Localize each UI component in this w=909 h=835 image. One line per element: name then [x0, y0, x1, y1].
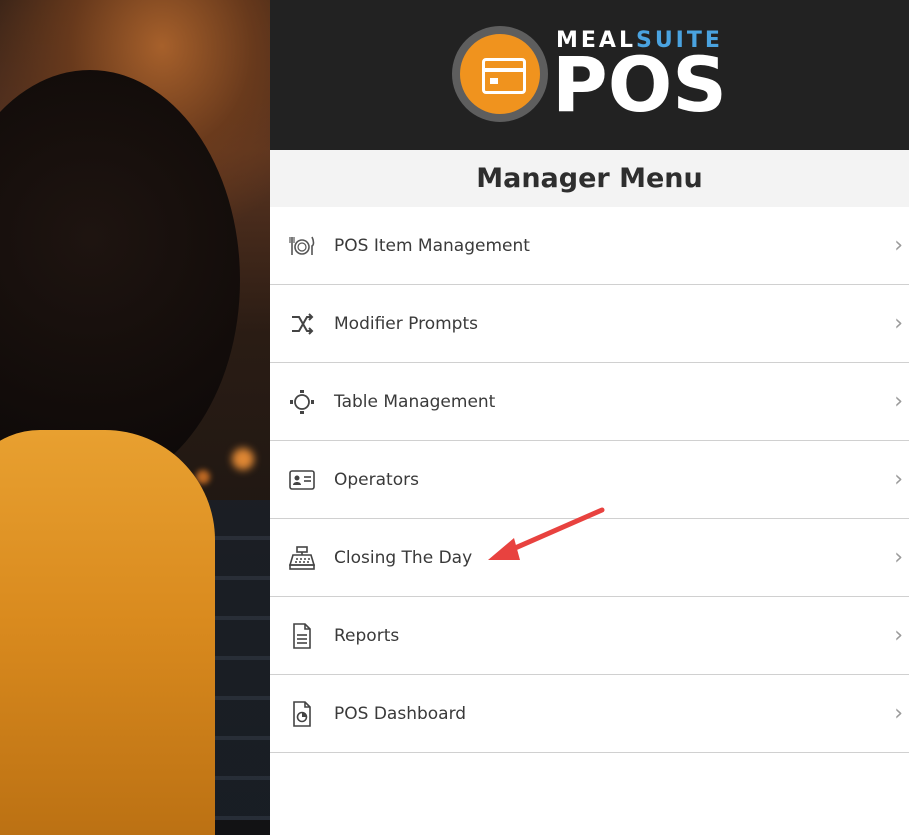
brand-pos: POS [552, 40, 728, 129]
credit-card-icon [482, 58, 526, 94]
menu-item-pos-dashboard[interactable]: POS Dashboard › [270, 675, 909, 753]
menu-title-bar: Manager Menu [270, 150, 909, 207]
dashboard-chart-icon [288, 700, 316, 728]
chevron-right-icon: › [894, 623, 903, 648]
table-chairs-icon [288, 388, 316, 416]
menu-item-table-management[interactable]: Table Management › [270, 363, 909, 441]
menu-item-label: Table Management [334, 391, 496, 412]
manager-app-panel: MEALSUITE POS Manager Menu POS Item Mana… [270, 0, 909, 835]
chevron-right-icon: › [894, 701, 903, 726]
chevron-right-icon: › [894, 389, 903, 414]
menu-item-label: POS Dashboard [334, 703, 467, 724]
menu-item-label: Modifier Prompts [334, 313, 478, 334]
bokeh-light [232, 448, 254, 470]
shuffle-icon [288, 310, 316, 338]
menu-item-pos-item-management[interactable]: POS Item Management › [270, 207, 909, 285]
menu-item-label: Reports [334, 625, 400, 646]
person-shirt [0, 430, 215, 835]
chevron-right-icon: › [894, 467, 903, 492]
menu-item-label: Closing The Day [334, 547, 473, 568]
chevron-right-icon: › [894, 233, 903, 258]
page-title: Manager Menu [476, 163, 703, 194]
menu-item-modifier-prompts[interactable]: Modifier Prompts › [270, 285, 909, 363]
chevron-right-icon: › [894, 311, 903, 336]
menu-list: POS Item Management › Modifier Prompts › [270, 207, 909, 753]
menu-item-reports[interactable]: Reports › [270, 597, 909, 675]
id-card-icon [288, 466, 316, 494]
logo-badge [452, 26, 548, 122]
background-photo [0, 0, 270, 835]
menu-item-label: POS Item Management [334, 235, 530, 256]
menu-item-label: Operators [334, 469, 419, 490]
app-header: MEALSUITE POS [270, 0, 909, 150]
chevron-right-icon: › [894, 545, 903, 570]
cash-register-icon [288, 544, 316, 572]
utensils-plate-icon [288, 232, 316, 260]
annotation-arrow [488, 507, 605, 560]
document-icon [288, 622, 316, 650]
